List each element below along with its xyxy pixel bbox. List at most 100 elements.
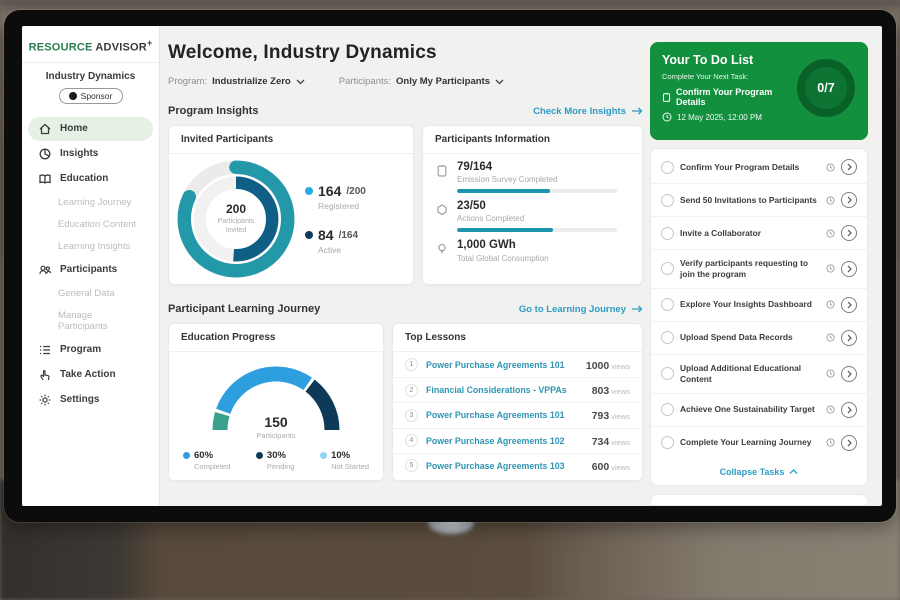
task-chevron-button[interactable] [841,435,857,451]
todo-task-row[interactable]: Upload Spend Data Records [651,321,867,354]
app-logo[interactable]: RESOURCE ADVISOR+ [22,26,159,63]
sidebar-item-manage-participants[interactable]: Manage Participants [28,305,153,337]
lesson-title-link[interactable]: Financial Considerations - VPPAs [426,385,592,395]
todo-summary-card: Your To Do List Complete Your Next Task:… [650,42,868,140]
sidebar-item-learning-insights[interactable]: Learning Insights [28,236,153,257]
sidebar-item-insights[interactable]: Insights [28,142,153,166]
task-chevron-button[interactable] [841,366,857,382]
task-chevron-button[interactable] [841,330,857,346]
sidebar-item-participants[interactable]: Participants [28,258,153,282]
task-checkbox[interactable] [661,367,674,380]
todo-task-row[interactable]: Confirm Your Program Details [651,151,867,183]
todo-task-row[interactable]: Explore Your Insights Dashboard [651,288,867,321]
task-label: Send 50 Invitations to Participants [680,195,820,206]
arrow-right-icon [631,107,643,115]
lesson-title-link[interactable]: Power Purchase Agreements 101 [426,410,592,420]
lesson-views: 793 [592,410,610,422]
metric-consumption: 1,000 GWh Total Global Consumption [435,239,630,262]
legend-dot [320,452,327,459]
task-label: Complete Your Learning Journey [680,437,820,448]
sidebar-item-label: Home [60,123,88,134]
todo-list-card: Confirm Your Program Details Send 50 Inv… [650,148,868,486]
task-chevron-button[interactable] [841,192,857,208]
dashboard-screen: RESOURCE ADVISOR+ Industry Dynamics Spon… [22,26,882,506]
task-chevron-button[interactable] [841,402,857,418]
program-filter-value: Industrialize Zero [212,76,291,87]
task-checkbox[interactable] [661,161,674,174]
task-checkbox[interactable] [661,403,674,416]
link-label: Check More Insights [533,106,626,117]
chevron-right-icon [847,229,852,237]
task-checkbox[interactable] [661,194,674,207]
task-checkbox[interactable] [661,298,674,311]
sidebar-item-home[interactable]: Home [28,117,153,141]
lesson-title-link[interactable]: Power Purchase Agreements 101 [426,360,586,370]
sidebar-item-settings[interactable]: Settings [28,388,153,412]
sponsor-icon [69,92,77,100]
org-name: Industry Dynamics [22,71,159,82]
card-title: Participants Information [423,126,642,154]
sidebar-item-label: Education Content [58,219,136,230]
education-gauge-chart: 150 Participants 60% Completed 30% Pendi… [169,352,383,471]
check-more-insights-link[interactable]: Check More Insights [533,106,643,117]
task-checkbox[interactable] [661,262,674,275]
go-to-learning-journey-link[interactable]: Go to Learning Journey [519,304,643,315]
section-title: Program Insights [168,105,258,117]
legend-value: 84 [318,227,334,243]
todo-task-row[interactable]: Achieve One Sustainability Target [651,393,867,426]
sidebar-item-learning-journey[interactable]: Learning Journey [28,192,153,213]
sidebar-item-education-content[interactable]: Education Content [28,214,153,235]
participants-filter-dropdown[interactable]: Participants: Only My Participants [339,76,504,87]
todo-task-row[interactable]: Complete Your Learning Journey [651,426,867,459]
sidebar-item-label: Participants [60,264,117,275]
todo-panel: Your To Do List Complete Your Next Task:… [650,42,868,506]
task-chevron-button[interactable] [841,297,857,313]
collapse-tasks-link[interactable]: Collapse Tasks [651,459,867,483]
sidebar-item-take-action[interactable]: Take Action [28,363,153,387]
progress-bar [457,189,617,193]
program-filter-dropdown[interactable]: Program: Industrialize Zero [168,76,305,87]
take-action-hand-icon [38,368,52,382]
legend-value: 10% [331,450,350,461]
views-suffix: views [611,463,630,472]
legend-value: 60% [194,450,213,461]
invited-participants-card: Invited Participants 200 Participants In… [168,125,414,285]
lesson-row: 3 Power Purchase Agreements 101 793views [393,402,642,427]
clock-icon [826,196,835,205]
task-label: Explore Your Insights Dashboard [680,299,820,310]
sidebar-item-program[interactable]: Program [28,338,153,362]
legend-dot [256,452,263,459]
legend-label: Registered [318,201,366,211]
program-insights-header: Program Insights Check More Insights [168,105,643,117]
task-checkbox[interactable] [661,436,674,449]
lesson-rank: 5 [405,459,418,472]
lesson-row: 5 Power Purchase Agreements 103 600views [393,453,642,478]
task-checkbox[interactable] [661,331,674,344]
monitor-bezel: RESOURCE ADVISOR+ Industry Dynamics Spon… [4,10,896,522]
sidebar-item-label: Learning Insights [58,241,130,252]
home-icon [38,122,52,136]
todo-task-row[interactable]: Upload Additional Educational Content [651,354,867,393]
sidebar-item-general-data[interactable]: General Data [28,283,153,304]
chevron-right-icon [847,370,852,378]
card-title: Top Lessons [393,324,642,352]
clock-icon [826,369,835,378]
todo-task-row[interactable]: Verify participants requesting to join t… [651,249,867,288]
todo-task-row[interactable]: Send 50 Invitations to Participants [651,183,867,216]
chevron-right-icon [847,406,852,414]
todo-task-row[interactable]: Invite a Collaborator [651,216,867,249]
link-label: Go to Learning Journey [519,304,626,315]
task-chevron-button[interactable] [841,159,857,175]
survey-clipboard-icon [435,164,449,178]
sidebar-item-education[interactable]: Education [28,167,153,191]
chevron-up-icon [789,469,798,475]
task-checkbox[interactable] [661,227,674,240]
lesson-row: 1 Power Purchase Agreements 101 1000view… [393,352,642,377]
education-progress-card: Education Progress 150 Participants 60% … [168,323,384,481]
task-chevron-button[interactable] [841,261,857,277]
task-label: Confirm Your Program Details [680,162,820,173]
lesson-title-link[interactable]: Power Purchase Agreements 102 [426,436,592,446]
chevron-right-icon [847,265,852,273]
lesson-title-link[interactable]: Power Purchase Agreements 103 [426,461,592,471]
task-chevron-button[interactable] [841,225,857,241]
